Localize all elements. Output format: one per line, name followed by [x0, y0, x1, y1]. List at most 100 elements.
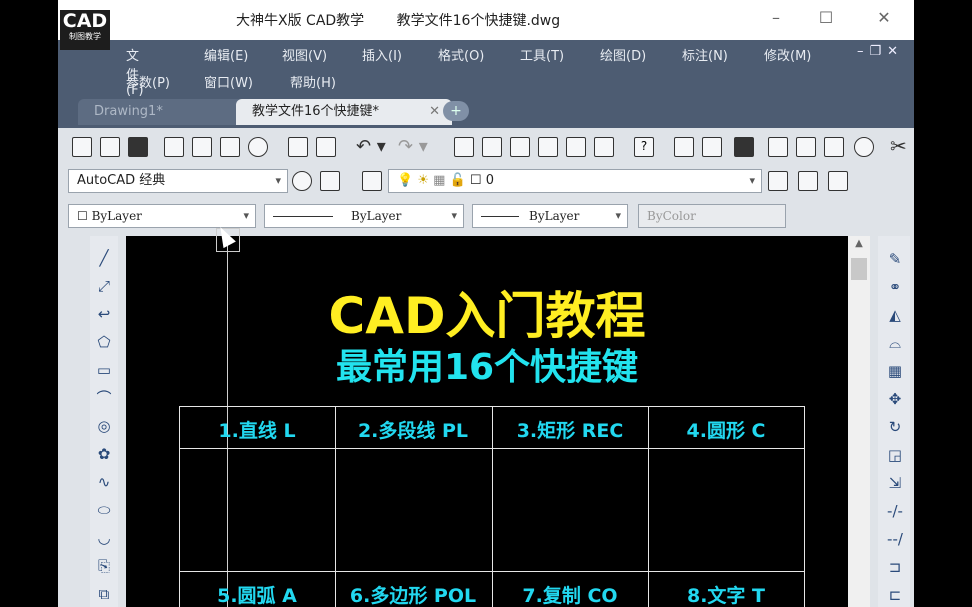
publish-icon[interactable] [248, 137, 268, 157]
vertical-scrollbar[interactable]: ▲ [848, 236, 870, 607]
menu-dimension[interactable]: 标注(N) [682, 45, 728, 64]
construction-line-icon[interactable]: ⤢ [94, 276, 114, 296]
design-center-icon[interactable] [482, 137, 502, 157]
menu-tools[interactable]: 工具(T) [520, 45, 564, 64]
print-icon[interactable] [164, 137, 184, 157]
menu-draw[interactable]: 绘图(D) [600, 45, 646, 64]
mdi-controls[interactable]: –❐✕ [857, 44, 904, 59]
drawing-subtitle: 最常用16个快捷键 [335, 347, 639, 388]
make-block-icon[interactable]: ⧉ [94, 584, 114, 604]
new-icon-2[interactable] [674, 137, 694, 157]
shortcut-copy: 7.复制 CO [522, 585, 618, 607]
circle-tool-icon[interactable]: ◎ [94, 416, 114, 436]
scale-tool-icon[interactable]: ◲ [884, 444, 906, 466]
trim-tool-icon[interactable]: -/- [884, 500, 906, 522]
menu-insert[interactable]: 插入(I) [362, 45, 402, 64]
menu-view[interactable]: 视图(V) [282, 45, 327, 64]
line-tool-icon[interactable]: ╱ [94, 248, 114, 268]
new-icon[interactable] [72, 137, 92, 157]
arc-tool-icon[interactable]: ⌒ [94, 388, 114, 408]
tool-palette-icon[interactable] [510, 137, 530, 157]
offset-tool-icon[interactable]: ⌓ [884, 332, 906, 354]
scroll-up-icon[interactable]: ▲ [848, 238, 870, 252]
menu-help[interactable]: 帮助(H) [290, 72, 336, 91]
tab-drawing1[interactable]: Drawing1* [78, 99, 254, 125]
print-icon-2[interactable] [768, 137, 788, 157]
spline-tool-icon[interactable]: ∿ [94, 472, 114, 492]
insert-block-icon[interactable]: ⎘ [94, 556, 114, 576]
stretch-tool-icon[interactable]: ⇲ [884, 472, 906, 494]
match-icon[interactable] [288, 137, 308, 157]
make-current-icon[interactable] [768, 171, 788, 191]
plot-icon-2[interactable] [824, 137, 844, 157]
window-title: 大神牛X版 CAD教学 教学文件16个快捷键.dwg [236, 10, 588, 30]
properties-icon[interactable] [454, 137, 474, 157]
layer-previous-icon[interactable] [798, 171, 818, 191]
lineweight-select[interactable]: ByLayer ▾ [472, 204, 628, 228]
menu-format[interactable]: 格式(O) [438, 45, 484, 64]
layer-manager-icon[interactable] [362, 171, 382, 191]
ellipse-tool-icon[interactable]: ⬭ [94, 500, 114, 520]
shortcut-line: 1.直线 L [218, 420, 296, 442]
rotate-tool-icon[interactable]: ↻ [884, 416, 906, 438]
tab-active-file[interactable]: 教学文件16个快捷键* ✕ [236, 99, 452, 125]
preview-icon-2[interactable] [796, 137, 816, 157]
workspace-grid-icon[interactable] [320, 171, 340, 191]
rectangle-tool-icon[interactable]: ▭ [94, 360, 114, 380]
break-tool-icon[interactable]: ⊐ [884, 556, 906, 578]
linetype-select[interactable]: ByLayer ▾ [264, 204, 464, 228]
save-icon-2[interactable] [734, 137, 754, 157]
move-tool-icon[interactable]: ✥ [884, 388, 906, 410]
layer-states-icon[interactable] [828, 171, 848, 191]
plot-icon[interactable] [220, 137, 240, 157]
markup-icon[interactable] [566, 137, 586, 157]
layer-color-swatch: ☐ [469, 173, 482, 188]
drawing-canvas[interactable]: CAD入门教程 最常用16个快捷键 1.直线 L 2.多段线 PL 3.矩形 R… [126, 236, 848, 607]
lineweight-sample [481, 216, 519, 217]
new-tab-icon[interactable]: + [443, 101, 469, 121]
sun-icon: ☀ [417, 173, 429, 188]
layer-select[interactable]: 💡 ☀ ▦ 🔓 ☐ 0 ▾ [388, 169, 762, 193]
extend-tool-icon[interactable]: --/ [884, 528, 906, 550]
publish-icon-2[interactable] [854, 137, 874, 157]
array-tool-icon[interactable]: ▦ [884, 360, 906, 382]
cad-window: 大神牛X版 CAD教学 教学文件16个快捷键.dwg – ☐ ✕ 文件(F) 编… [58, 0, 914, 607]
save-icon[interactable] [128, 137, 148, 157]
shortcut-rectangle: 3.矩形 REC [516, 420, 624, 442]
maximize-button[interactable]: ☐ [814, 8, 838, 28]
shortcut-polygon: 6.多边形 POL [349, 585, 477, 607]
scroll-thumb[interactable] [851, 258, 867, 280]
shortcut-text: 8.文字 T [686, 585, 765, 607]
join-tool-icon[interactable]: ⊏ [884, 584, 906, 606]
mirror-tool-icon[interactable]: ◭ [884, 304, 906, 326]
help-icon[interactable]: ? [634, 137, 654, 157]
paste-icon[interactable] [316, 137, 336, 157]
sheet-set-icon[interactable] [538, 137, 558, 157]
menu-parameters[interactable]: 参数(P) [126, 72, 170, 91]
light-bulb-icon: 💡 [397, 173, 414, 188]
menu-bar: 文件(F) 编辑(E) 视图(V) 插入(I) 格式(O) 工具(T) 绘图(D… [58, 40, 914, 98]
open-icon[interactable] [100, 137, 120, 157]
polygon-tool-icon[interactable]: ⬠ [94, 332, 114, 352]
minimize-button[interactable]: – [764, 8, 788, 28]
workspace-settings-icon[interactable] [292, 171, 312, 191]
erase-tool-icon[interactable]: ✎ [884, 248, 906, 270]
workspace-select[interactable]: AutoCAD 经典 ▾ [68, 169, 288, 193]
copy-tool-icon[interactable]: ⚭ [884, 276, 906, 298]
color-select[interactable]: ☐ ByLayer ▾ [68, 204, 256, 228]
close-button[interactable]: ✕ [872, 8, 896, 28]
polyline-tool-icon[interactable]: ↩ [94, 304, 114, 324]
cut-icon[interactable]: ✂ [890, 134, 907, 158]
undo-icon[interactable]: ↶ ▾ [356, 136, 386, 157]
close-tab-icon[interactable]: ✕ [429, 99, 440, 125]
preview-icon[interactable] [192, 137, 212, 157]
calculator-icon[interactable] [594, 137, 614, 157]
ellipse-arc-tool-icon[interactable]: ◡ [94, 528, 114, 548]
open-icon-2[interactable] [702, 137, 722, 157]
menu-edit[interactable]: 编辑(E) [204, 45, 248, 64]
menu-modify[interactable]: 修改(M) [764, 45, 811, 64]
redo-icon[interactable]: ↷ ▾ [398, 136, 428, 157]
menu-window[interactable]: 窗口(W) [204, 72, 253, 91]
linetype-sample [273, 216, 333, 217]
revcloud-tool-icon[interactable]: ✿ [94, 444, 114, 464]
